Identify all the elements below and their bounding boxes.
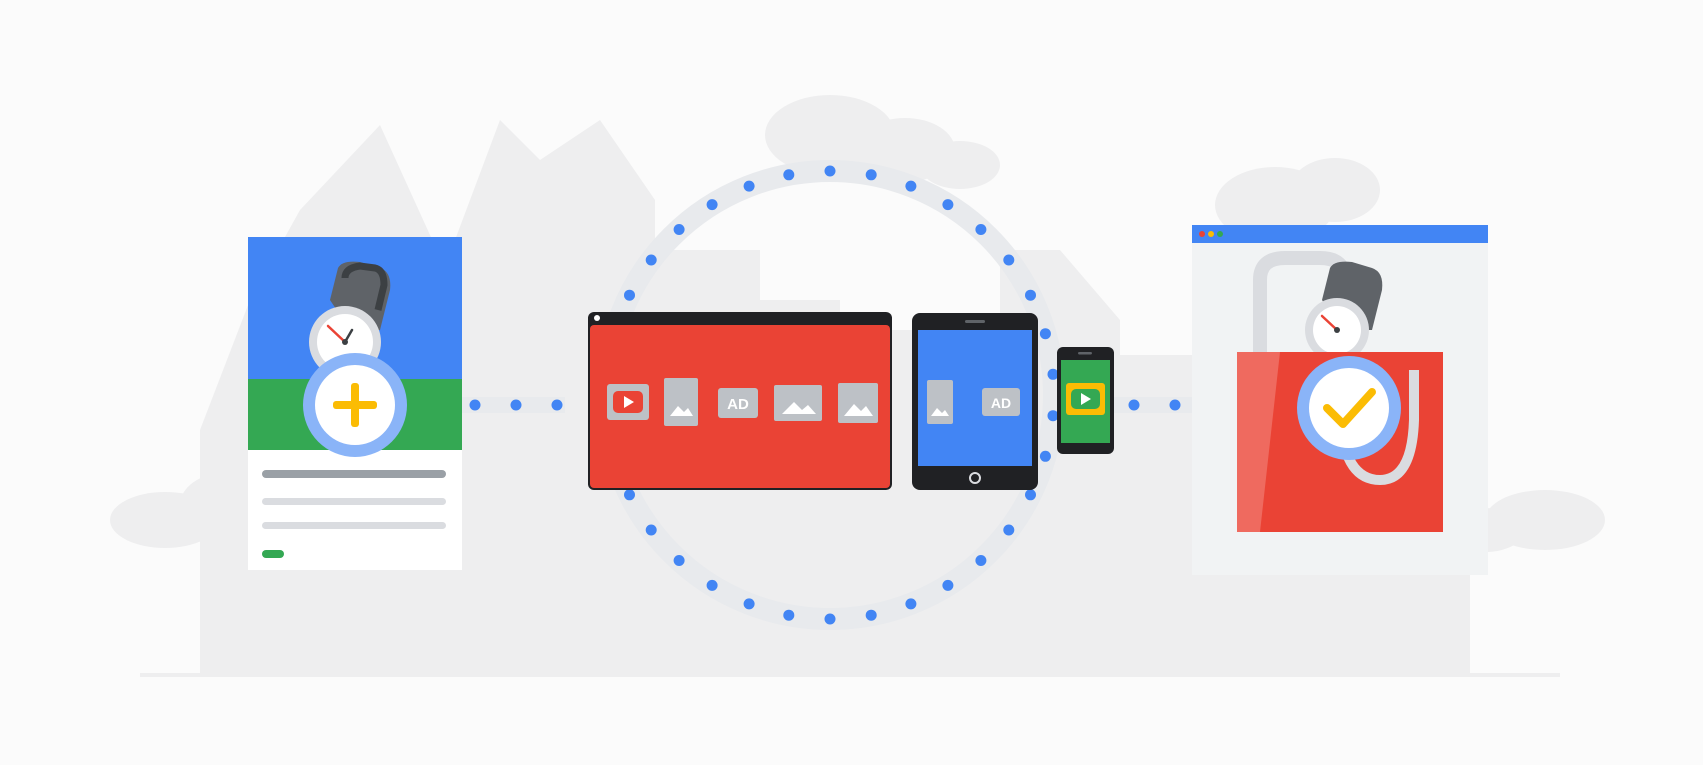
tablet-device: AD [912,313,1038,490]
desktop-browser: AD [588,312,892,490]
ring-dot [1039,328,1051,340]
connector-dot [1128,399,1140,411]
ring-dot [645,254,657,266]
ring-dot [865,609,877,621]
ring-dot [1003,254,1015,266]
phone-device [1057,347,1114,454]
ring-dot [824,613,836,625]
ring-dot [905,180,917,192]
window-close-dot[interactable] [1199,231,1205,237]
product-desc-line-2 [262,522,446,529]
ring-dot [975,224,987,235]
product-card [248,237,462,570]
ring-dot [865,169,877,181]
ring-dot [624,489,635,501]
product-desc-line-1 [262,498,446,505]
ring-dot [743,180,755,192]
ring-dot [645,524,657,536]
product-title-line [262,470,446,478]
ring-dot [743,598,755,610]
ring-dot [706,199,718,211]
ring-dot [942,579,954,591]
success-badge[interactable] [1297,356,1401,460]
ring-dot [1003,524,1015,536]
ring-dot [783,169,795,181]
ring-dot [1025,489,1036,501]
ad-badge-label: AD [727,396,749,413]
window-maximize-dot[interactable] [1217,231,1223,237]
ring-dot [673,555,685,566]
connector-dot [469,399,481,411]
ring-dot [905,598,917,610]
product-price-line [262,550,284,558]
ring-dot [1047,410,1059,422]
illustration-stage: AD AD [0,0,1703,765]
connector-dot [510,399,522,411]
ad-badge-icon: AD [982,388,1020,416]
image-portrait-icon [927,380,953,424]
ring-dot [624,289,635,301]
ring-dot [824,165,836,177]
ad-badge-icon: AD [718,388,758,418]
phone-speaker [1078,352,1092,355]
ring-dot [673,224,685,235]
desktop-window-dot [594,315,600,321]
ring-dot [783,609,795,621]
ring-dot [975,555,987,566]
checkout-titlebar [1192,225,1488,243]
checkout-browser [1192,225,1488,575]
connector-dot [1169,399,1181,411]
window-minimize-dot[interactable] [1208,231,1214,237]
add-badge[interactable] [303,353,407,457]
ring-dot [1047,368,1059,380]
ground-line [140,673,1560,677]
ring-dot [942,199,954,211]
image-landscape-icon [838,383,878,423]
ring-dot [1025,289,1036,301]
connector-dot [551,399,563,411]
success-badge-face [1309,368,1389,448]
ring-dot [1039,450,1051,462]
ad-network-illustration: AD AD [0,0,1703,765]
tablet-speaker [965,320,985,323]
image-portrait-icon [664,378,698,426]
ring-dot [706,579,718,591]
video-play-icon [1066,383,1105,415]
image-landscape-icon [774,385,822,421]
video-play-icon [607,384,649,420]
ad-badge-label: AD [991,395,1011,411]
